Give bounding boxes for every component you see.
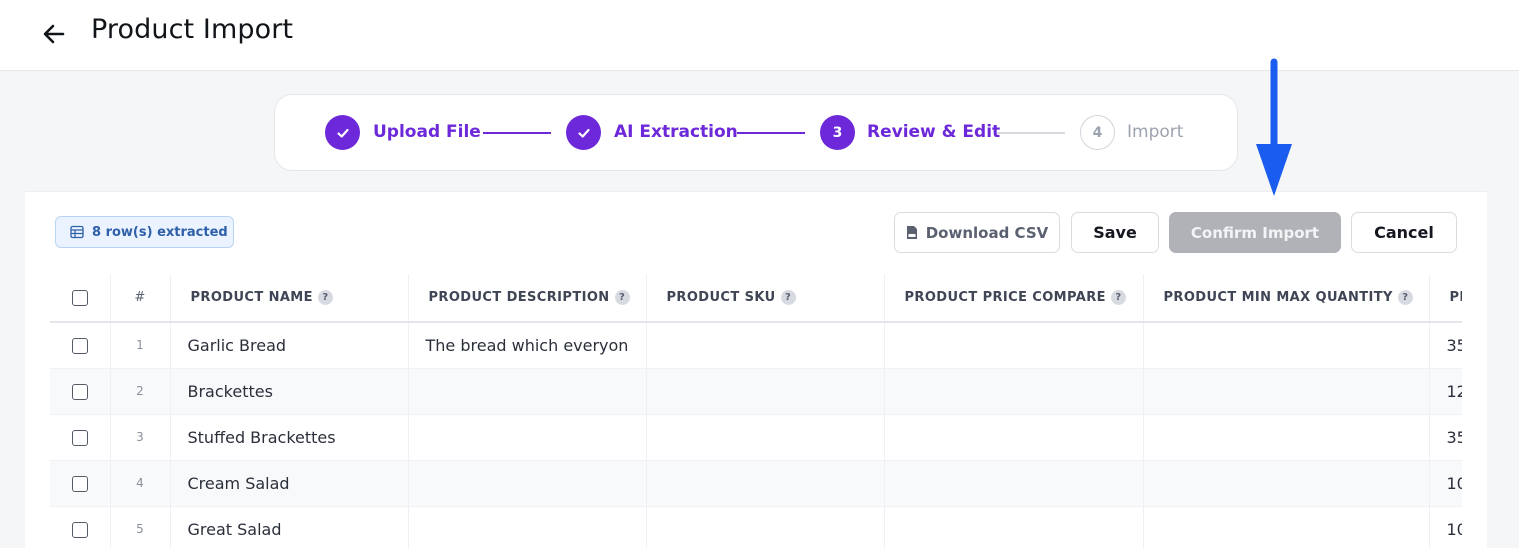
column-header-product-name[interactable]: PRODUCT NAME? [170, 274, 409, 323]
row-checkbox[interactable] [71, 430, 88, 446]
select-all-checkbox[interactable] [71, 289, 88, 306]
cell-price[interactable]: 35 [1429, 414, 1462, 461]
products-table-wrapper[interactable]: # PRODUCT NAME? PRODUCT DESCRIPTION? PRO… [50, 274, 1462, 548]
column-header-label: PRODUCT NAME [190, 290, 313, 305]
table-icon [70, 225, 84, 239]
step-4-label: Import [1127, 122, 1184, 142]
help-icon[interactable]: ? [780, 290, 796, 305]
table-row: 1 Garlic Bread The bread which everyon 3… [50, 322, 1462, 369]
table-row: 2 Brackettes 12 [50, 368, 1462, 415]
row-checkbox[interactable] [71, 338, 88, 355]
row-select-cell [50, 506, 111, 548]
cell-product-name[interactable]: Garlic Bread [170, 322, 409, 369]
confirm-import-button[interactable]: Confirm Import [1169, 212, 1341, 253]
step-connector-2 [737, 132, 805, 134]
cell-min-max-quantity[interactable] [1143, 322, 1430, 369]
cell-price[interactable]: 35 [1429, 322, 1462, 369]
step-connector-1 [483, 132, 551, 134]
cell-product-description[interactable]: The bread which everyon [408, 322, 647, 369]
row-number: 3 [110, 414, 171, 461]
cell-price[interactable]: 10 [1429, 506, 1462, 548]
select-all-cell [50, 274, 111, 323]
row-number: 1 [110, 322, 171, 369]
back-button[interactable] [40, 20, 68, 48]
cell-price-compare[interactable] [884, 414, 1144, 461]
cell-product-name[interactable]: Cream Salad [170, 460, 409, 507]
check-icon [577, 128, 590, 138]
cancel-button[interactable]: Cancel [1351, 212, 1457, 253]
column-header-price[interactable]: PR [1429, 274, 1462, 323]
cell-product-sku[interactable] [646, 414, 885, 461]
arrow-left-icon [43, 24, 65, 44]
step-2-label: AI Extraction [614, 122, 738, 142]
arrow-down-icon [1256, 58, 1292, 196]
cell-price-compare[interactable] [884, 368, 1144, 415]
row-select-cell [50, 460, 111, 507]
cell-product-description[interactable] [408, 506, 647, 548]
column-header-label: PRODUCT PRICE COMPARE [904, 290, 1106, 305]
cell-product-sku[interactable] [646, 322, 885, 369]
products-table: # PRODUCT NAME? PRODUCT DESCRIPTION? PRO… [50, 274, 1462, 548]
column-header-number: # [110, 274, 171, 323]
row-select-cell [50, 368, 111, 415]
cell-price[interactable]: 12 [1429, 368, 1462, 415]
cell-min-max-quantity[interactable] [1143, 414, 1430, 461]
column-header-product-description[interactable]: PRODUCT DESCRIPTION? [408, 274, 647, 323]
cell-product-description[interactable] [408, 368, 647, 415]
help-icon[interactable]: ? [317, 290, 333, 305]
cell-min-max-quantity[interactable] [1143, 368, 1430, 415]
column-header-product-sku[interactable]: PRODUCT SKU? [646, 274, 885, 323]
row-select-cell [50, 414, 111, 461]
step-4-circle: 4 [1080, 115, 1115, 150]
cell-product-name[interactable]: Stuffed Brackettes [170, 414, 409, 461]
cell-product-sku[interactable] [646, 460, 885, 507]
cell-price-compare[interactable] [884, 322, 1144, 369]
cell-price[interactable]: 10 [1429, 460, 1462, 507]
cell-price-compare[interactable] [884, 460, 1144, 507]
table-header-row: # PRODUCT NAME? PRODUCT DESCRIPTION? PRO… [50, 274, 1462, 323]
column-header-label: PRODUCT SKU [666, 290, 776, 305]
column-header-label: PRODUCT DESCRIPTION [428, 290, 610, 305]
cell-product-sku[interactable] [646, 368, 885, 415]
column-header-min-max-quantity[interactable]: PRODUCT MIN MAX QUANTITY? [1143, 274, 1430, 323]
download-csv-button[interactable]: Download CSV [894, 212, 1060, 253]
cell-product-name[interactable]: Brackettes [170, 368, 409, 415]
step-1-circle [325, 115, 360, 150]
step-2-circle [566, 115, 601, 150]
row-number: 4 [110, 460, 171, 507]
help-icon[interactable]: ? [1397, 290, 1413, 305]
row-checkbox[interactable] [71, 384, 88, 400]
table-row: 5 Great Salad 10 [50, 506, 1462, 548]
row-select-cell [50, 322, 111, 369]
row-checkbox[interactable] [71, 522, 88, 538]
step-3-circle: 3 [820, 115, 855, 150]
cell-product-name[interactable]: Great Salad [170, 506, 409, 548]
rows-extracted-text: 8 row(s) extracted [92, 224, 228, 240]
table-row: 3 Stuffed Brackettes 35 [50, 414, 1462, 461]
step-3-label: Review & Edit [867, 122, 1001, 142]
column-header-label: PRODUCT MIN MAX QUANTITY [1163, 290, 1393, 305]
import-stepper: Upload File AI Extraction 3 Review & Edi… [274, 94, 1238, 171]
step-connector-3 [997, 132, 1065, 134]
rows-extracted-badge: 8 row(s) extracted [55, 216, 234, 248]
row-number: 2 [110, 368, 171, 415]
save-button[interactable]: Save [1071, 212, 1159, 253]
cell-price-compare[interactable] [884, 506, 1144, 548]
cell-min-max-quantity[interactable] [1143, 506, 1430, 548]
row-checkbox[interactable] [71, 476, 88, 492]
csv-file-icon [906, 226, 917, 239]
download-csv-label: Download CSV [925, 223, 1049, 242]
cell-product-description[interactable] [408, 460, 647, 507]
page-title: Product Import [91, 14, 294, 45]
column-header-price-compare[interactable]: PRODUCT PRICE COMPARE? [884, 274, 1144, 323]
help-icon[interactable]: ? [1110, 290, 1126, 305]
cell-min-max-quantity[interactable] [1143, 460, 1430, 507]
help-icon[interactable]: ? [614, 290, 630, 305]
step-1-label: Upload File [373, 122, 481, 142]
check-icon [336, 128, 349, 138]
table-row: 4 Cream Salad 10 [50, 460, 1462, 507]
cell-product-sku[interactable] [646, 506, 885, 548]
cell-product-description[interactable] [408, 414, 647, 461]
row-number: 5 [110, 506, 171, 548]
